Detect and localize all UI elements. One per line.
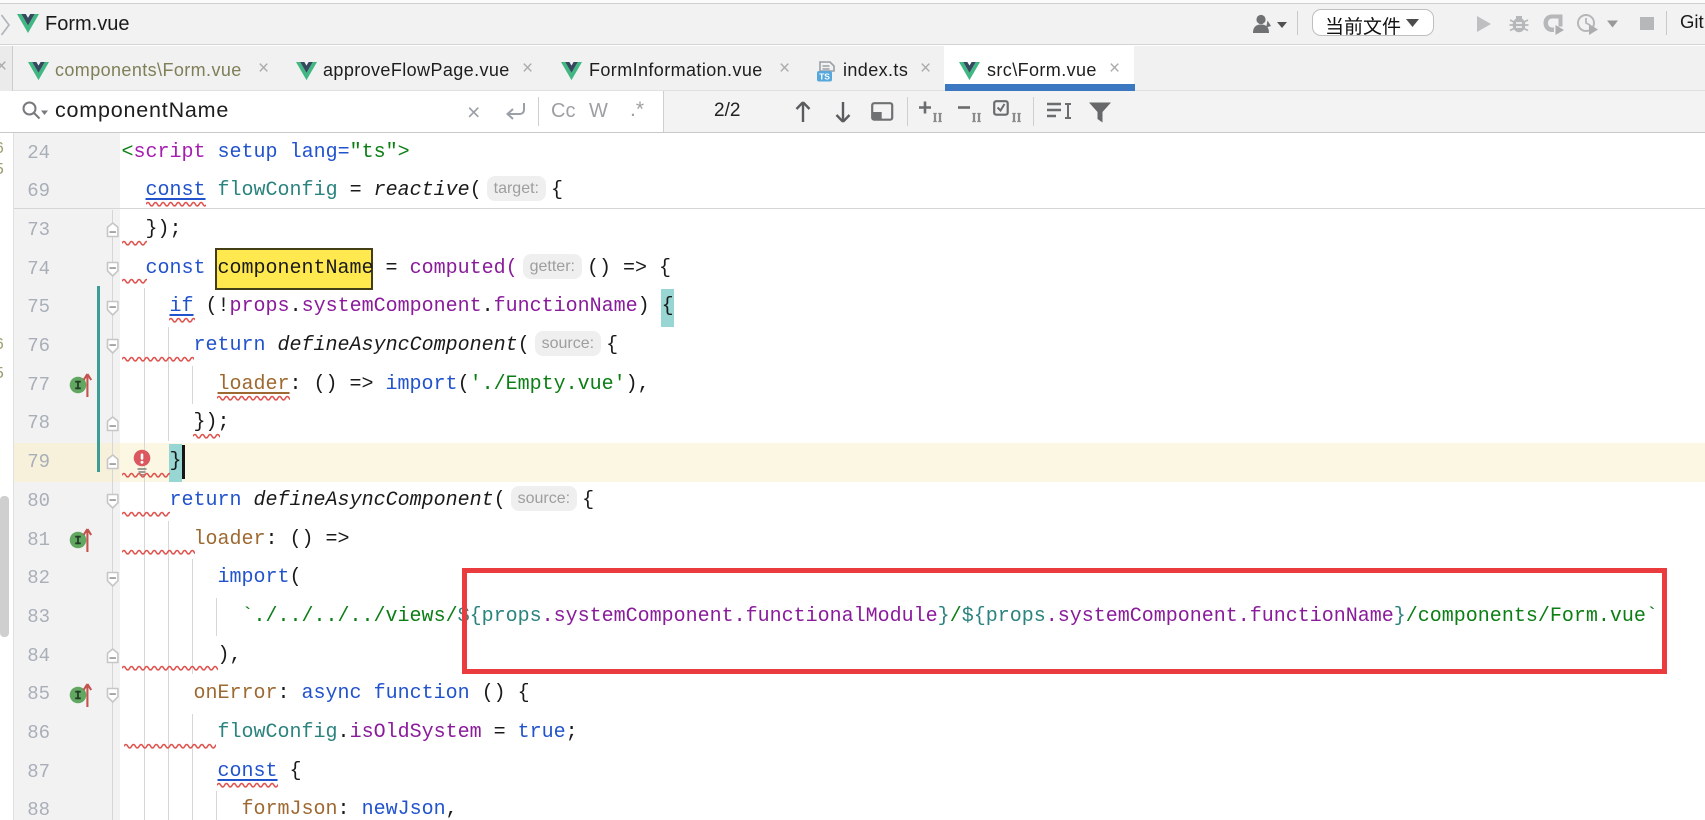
svg-text:TS: TS [819, 72, 830, 82]
